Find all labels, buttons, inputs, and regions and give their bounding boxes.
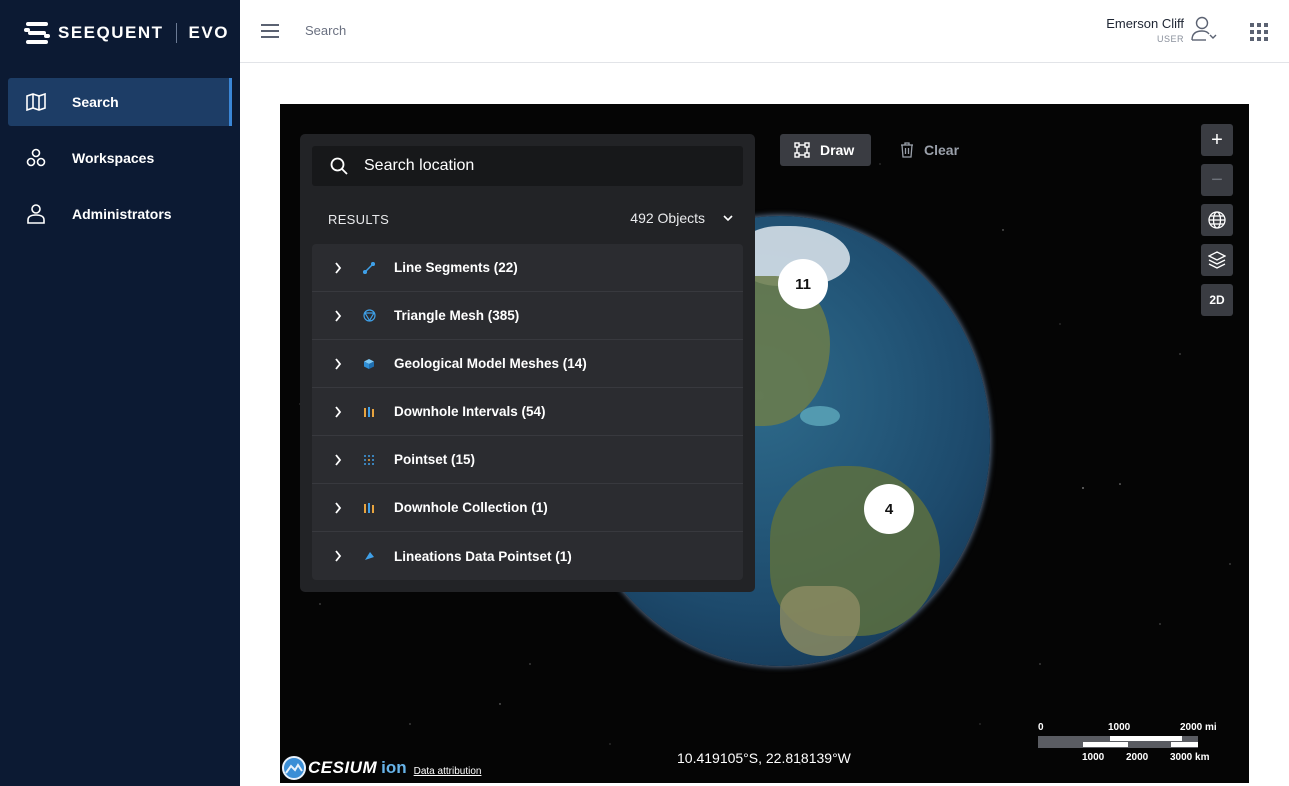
layers-icon [1208, 251, 1226, 269]
triangle-mesh-icon [362, 309, 376, 323]
top-bar: Search Emerson Cliff USER [240, 0, 1289, 63]
scale-label: 3000 km [1170, 752, 1210, 763]
location-search-input[interactable]: Search location [312, 146, 743, 186]
line-segments-icon [362, 261, 376, 275]
cluster-marker[interactable]: 4 [864, 484, 914, 534]
scale-label: 1000 [1108, 722, 1131, 733]
cesium-attribution: CESIUM ion Data attribution [282, 756, 481, 780]
list-item[interactable]: Triangle Mesh (385) [312, 292, 743, 340]
cluster-marker[interactable]: 11 [778, 259, 828, 309]
list-item-label: Downhole Collection (1) [394, 500, 548, 515]
person-icon [26, 204, 46, 224]
downhole-icon [362, 405, 376, 419]
sidebar: SEEQUENT EVO Search Workspaces Administr… [0, 0, 240, 786]
list-item-label: Downhole Intervals (54) [394, 404, 546, 419]
sidebar-item-label: Search [72, 94, 119, 110]
user-name: Emerson Cliff [1106, 16, 1184, 31]
list-item[interactable]: Downhole Collection (1) [312, 484, 743, 532]
results-panel: Search location RESULTS 492 Objects Line… [300, 134, 755, 592]
zoom-in-button[interactable]: + [1201, 124, 1233, 156]
list-item[interactable]: Lineations Data Pointset (1) [312, 532, 743, 580]
chevron-right-icon[interactable] [312, 550, 362, 562]
sidebar-item-label: Administrators [72, 206, 172, 222]
clear-button[interactable]: Clear [900, 134, 959, 166]
draw-button[interactable]: Draw [780, 134, 871, 166]
chevron-down-icon[interactable] [723, 214, 733, 222]
brand-divider [175, 23, 177, 43]
trash-icon [901, 142, 913, 158]
draw-icon [794, 142, 810, 158]
sidebar-item-label: Workspaces [72, 150, 155, 166]
list-item[interactable]: Line Segments (22) [312, 244, 743, 292]
scale-label: 2000 mi [1180, 722, 1217, 733]
list-item-label: Lineations Data Pointset (1) [394, 548, 572, 564]
results-list: Line Segments (22) Triangle Mesh (385) G… [312, 244, 743, 580]
clear-label: Clear [924, 142, 960, 158]
draw-label: Draw [820, 142, 855, 158]
user-role: USER [1156, 34, 1184, 44]
scale-label: 0 [1038, 722, 1044, 733]
globe-icon [1208, 211, 1226, 229]
cube-icon [362, 357, 376, 371]
chevron-right-icon[interactable] [312, 261, 362, 274]
scale-bar: 0 1000 2000 mi 1000 2000 3000 km [1038, 720, 1218, 766]
lineations-icon [362, 549, 376, 563]
map-icon [26, 92, 46, 112]
list-item-label: Pointset (15) [394, 452, 476, 467]
apps-grid-icon[interactable] [1250, 23, 1268, 41]
list-item-label: Line Segments (22) [394, 260, 518, 275]
layers-button[interactable] [1201, 244, 1233, 276]
view-2d-button[interactable]: 2D [1201, 284, 1233, 316]
scale-label: 1000 [1082, 752, 1105, 763]
user-menu-icon[interactable] [1191, 16, 1219, 42]
brand-product: EVO [188, 23, 229, 42]
list-item[interactable]: Pointset (15) [312, 436, 743, 484]
seequent-logo-icon [24, 21, 50, 45]
menu-icon[interactable] [261, 24, 279, 38]
cesium-logo-icon [282, 756, 306, 780]
cesium-wordmark: CESIUM [308, 758, 378, 777]
chevron-right-icon[interactable] [312, 453, 362, 466]
brand-logo[interactable]: SEEQUENT EVO [24, 20, 229, 46]
results-heading: RESULTS [328, 212, 390, 227]
chevron-right-icon[interactable] [312, 501, 362, 514]
scale-label: 2000 [1126, 752, 1149, 763]
sidebar-nav: Search Workspaces Administrators [8, 78, 232, 246]
chevron-right-icon[interactable] [312, 309, 362, 322]
search-icon [330, 157, 348, 175]
zoom-out-button[interactable]: − [1201, 164, 1233, 196]
data-attribution-link[interactable]: Data attribution [414, 766, 482, 777]
pointset-icon [362, 453, 376, 467]
scale-bar-track [1038, 736, 1198, 748]
sidebar-item-search[interactable]: Search [8, 78, 232, 126]
brand-name: SEEQUENT [58, 23, 164, 42]
sidebar-item-workspaces[interactable]: Workspaces [8, 134, 232, 182]
chevron-right-icon[interactable] [312, 357, 362, 370]
workspaces-icon [26, 148, 46, 168]
list-item-label: Triangle Mesh (385) [394, 308, 520, 323]
cursor-coordinates: 10.419105°S, 22.818139°W [677, 750, 851, 766]
results-count[interactable]: 492 Objects [630, 210, 705, 226]
globe-view-button[interactable] [1201, 204, 1233, 236]
list-item[interactable]: Geological Model Meshes (14) [312, 340, 743, 388]
page-title: Search [305, 23, 347, 38]
ion-wordmark: ion [381, 758, 407, 777]
sidebar-item-administrators[interactable]: Administrators [8, 190, 232, 238]
list-item[interactable]: Downhole Intervals (54) [312, 388, 743, 436]
chevron-right-icon[interactable] [312, 405, 362, 418]
downhole-icon [362, 501, 376, 515]
list-item-label: Geological Model Meshes (14) [394, 356, 587, 371]
search-placeholder: Search location [364, 157, 475, 174]
